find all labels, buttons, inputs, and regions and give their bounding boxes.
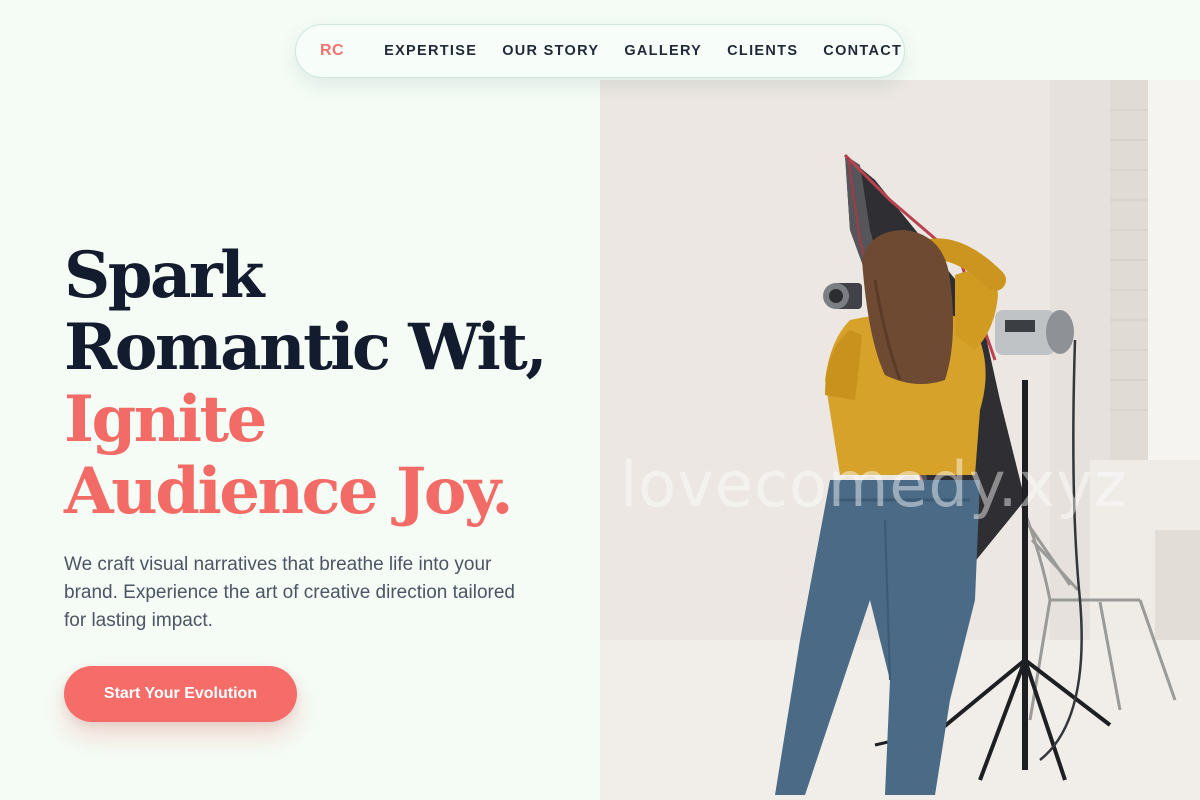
brand-logo[interactable]: RC xyxy=(320,42,344,60)
nav-link-gallery[interactable]: GALLERY xyxy=(624,43,702,59)
hero-title-line-2: Romantic Wit, xyxy=(64,310,548,385)
hero-description: We craft visual narratives that breathe … xyxy=(64,554,515,631)
hero-title-line-4: Audience Joy. xyxy=(64,454,514,529)
start-evolution-button[interactable]: Start Your Evolution xyxy=(64,666,297,722)
top-navigation: RC EXPERTISE OUR STORY GALLERY CLIENTS C… xyxy=(295,24,905,78)
hero-photo xyxy=(600,80,1200,800)
photographer-illustration xyxy=(600,80,1200,800)
nav-link-clients[interactable]: CLIENTS xyxy=(727,43,798,59)
hero-title: Spark Romantic Wit, Ignite Audience Joy. xyxy=(64,238,548,529)
nav-link-expertise[interactable]: EXPERTISE xyxy=(384,43,477,59)
hero-title-line-3: Ignite xyxy=(64,382,267,457)
nav-link-our-story[interactable]: OUR STORY xyxy=(502,43,599,59)
nav-link-contact[interactable]: CONTACT xyxy=(823,43,902,59)
hero-title-line-1: Spark xyxy=(64,238,265,313)
nav-links: EXPERTISE OUR STORY GALLERY CLIENTS CONT… xyxy=(384,43,902,59)
